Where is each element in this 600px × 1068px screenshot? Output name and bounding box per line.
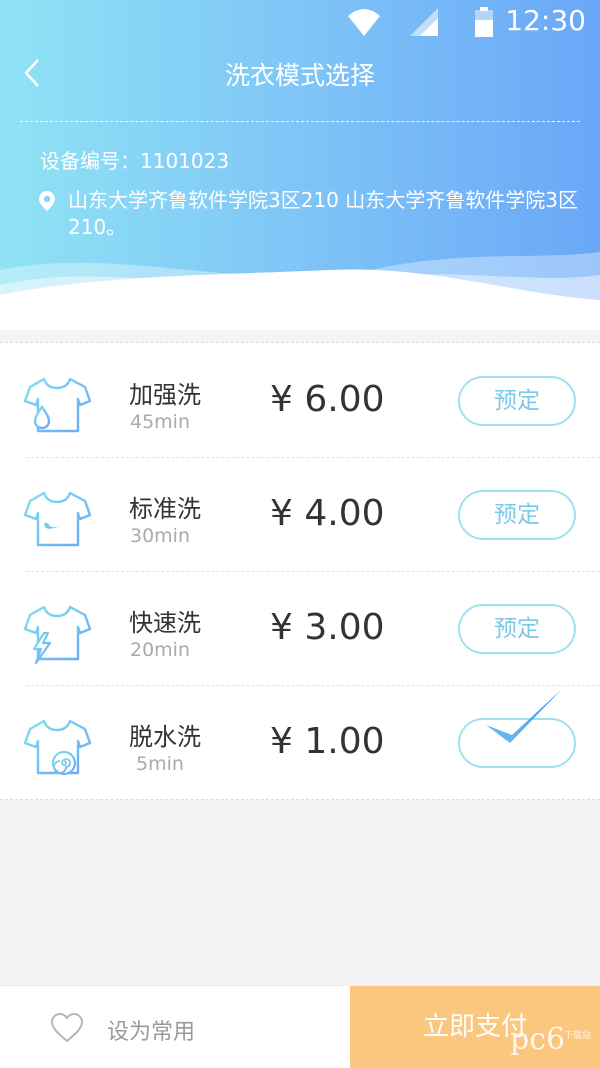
- mode-price: ¥ 6.00: [270, 379, 385, 420]
- set-favorite-label[interactable]: 设为常用: [107, 1014, 195, 1046]
- mode-name: 快速洗: [129, 609, 201, 637]
- heart-icon[interactable]: [50, 1012, 84, 1044]
- mode-row-quick[interactable]: 快速洗 20min ¥ 3.00 预定: [0, 571, 600, 685]
- mode-row-strong[interactable]: 加强洗 45min ¥ 6.00 预定: [0, 343, 600, 457]
- header-divider: [20, 121, 580, 122]
- wifi-icon: [348, 9, 380, 36]
- status-bar: 12:30: [0, 0, 600, 44]
- mode-price: ¥ 1.00: [270, 721, 385, 762]
- mode-name: 脱水洗: [129, 723, 201, 751]
- mode-name: 加强洗: [129, 381, 201, 409]
- mode-row-standard[interactable]: 标准洗 30min ¥ 4.00 预定: [0, 457, 600, 571]
- mode-name: 标准洗: [129, 495, 201, 523]
- mode-duration: 20min: [129, 639, 190, 661]
- page-title: 洗衣模式选择: [224, 61, 375, 90]
- mode-duration: 45min: [129, 411, 190, 433]
- mode-row-spin[interactable]: 脱水洗 5min ¥ 1.00: [0, 685, 600, 799]
- status-time: 12:30: [505, 4, 586, 37]
- device-id: 设备编号：1101023: [40, 149, 230, 173]
- book-button[interactable]: 预定: [458, 490, 576, 540]
- battery-icon: [475, 7, 493, 37]
- mode-price: ¥ 4.00: [270, 493, 385, 534]
- book-button[interactable]: 预定: [458, 604, 576, 654]
- mode-price: ¥ 3.00: [270, 607, 385, 648]
- signal-icon: [410, 8, 438, 36]
- mode-duration: 30min: [129, 525, 190, 547]
- mode-duration: 5min: [136, 753, 184, 775]
- shirt-swoosh-icon: [23, 491, 92, 547]
- address-text: 山东大学齐鲁软件学院3区210 山东大学齐鲁软件学院3区210。: [68, 188, 578, 239]
- book-button[interactable]: 预定: [458, 376, 576, 426]
- header: 12:30 洗衣模式选择 设备编号：1101023 山东大学齐鲁软件学院3区21…: [0, 0, 600, 330]
- watermark-sub: 下载站: [564, 1031, 592, 1041]
- wave-decoration: [0, 252, 600, 330]
- shirt-lightning-icon: [23, 605, 92, 665]
- shirt-spin-icon: [23, 719, 92, 776]
- shirt-droplet-icon: [23, 377, 92, 433]
- device-address: 山东大学齐鲁软件学院3区210 山东大学齐鲁软件学院3区210。: [38, 187, 583, 241]
- location-pin-icon: [39, 191, 55, 211]
- watermark-logo: pc6: [510, 1022, 566, 1057]
- checkmark-icon: [486, 689, 562, 743]
- wash-mode-list: 加强洗 45min ¥ 6.00 预定 标准洗 30min ¥ 4.00 预定 …: [0, 342, 600, 800]
